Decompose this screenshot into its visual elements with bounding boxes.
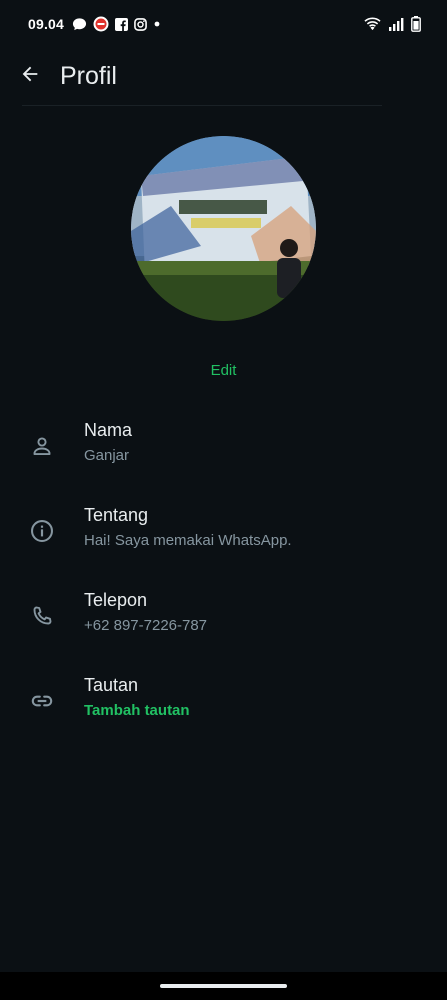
field-row-link[interactable]: Tautan Tambah tautan [0,675,447,745]
back-button[interactable] [10,56,50,96]
profile-photo[interactable] [131,136,316,321]
status-time: 09.04 [28,16,65,32]
battery-icon [411,16,421,32]
status-bar: 09.04 [0,0,447,48]
add-link-button[interactable]: Tambah tautan [84,702,190,719]
app-bar: Profil [0,48,447,104]
field-value-phone: +62 897-7226-787 [84,617,208,634]
field-value-about: Hai! Saya memakai WhatsApp. [84,532,292,549]
field-row-phone[interactable]: Telepon +62 897-7226-787 [0,590,447,660]
edit-photo-link[interactable]: Edit [0,362,447,379]
status-left: 09.04 [28,16,161,32]
status-right [364,16,421,32]
wifi-icon [364,17,381,31]
link-icon [28,687,56,715]
notification-badge-icon [93,16,109,32]
facebook-icon [115,17,129,31]
field-row-name[interactable]: Nama Ganjar [0,420,447,490]
field-label-name: Nama [84,420,133,440]
field-label-about: Tentang [84,505,149,525]
phone-icon [28,602,56,630]
dot-icon [153,20,161,28]
info-icon [28,517,56,545]
page-title: Profil [60,61,117,90]
instagram-icon [134,17,147,31]
field-label-link: Tautan [84,675,139,695]
field-label-phone: Telepon [84,590,148,610]
person-icon [28,432,56,460]
chat-bubble-icon [72,17,87,32]
home-indicator[interactable] [160,984,287,988]
profile-photo-image [131,136,316,321]
header-divider [22,105,382,106]
field-row-about[interactable]: Tentang Hai! Saya memakai WhatsApp. [0,505,447,575]
signal-icon [388,17,404,31]
field-value-name: Ganjar [84,447,130,464]
arrow-left-icon [19,63,41,90]
